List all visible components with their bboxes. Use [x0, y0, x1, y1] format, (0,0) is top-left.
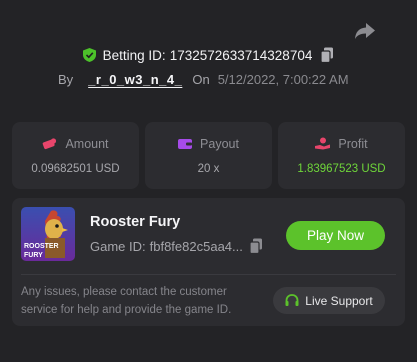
- author-row: By _r_0_w3_n_4_ On 5/12/2022, 7:00:22 AM: [58, 72, 349, 87]
- support-message: Any issues, please contact the customer …: [21, 286, 232, 316]
- game-id-label: Game ID:: [90, 238, 146, 254]
- svg-text:ROOSTER: ROOSTER: [24, 243, 59, 250]
- on-label: On: [192, 72, 210, 87]
- divider: [21, 274, 396, 275]
- stat-amount: Amount 0.09682501 USD: [12, 122, 139, 189]
- game-id-value: fbf8fe82c5aa4...: [149, 238, 243, 254]
- game-card: ROOSTER FURY Rooster Fury Game ID: fbf8f…: [12, 198, 405, 326]
- live-support-button[interactable]: Live Support: [273, 287, 385, 314]
- stat-profit: Profit 1.83967523 USD: [278, 122, 405, 189]
- game-thumbnail[interactable]: ROOSTER FURY: [21, 207, 75, 261]
- live-support-label: Live Support: [305, 293, 373, 308]
- play-now-button[interactable]: Play Now: [286, 221, 385, 250]
- stat-label: Payout: [200, 136, 239, 151]
- bet-date: 5/12/2022, 7:00:22 AM: [217, 72, 349, 87]
- stat-value: 20 x: [197, 162, 220, 175]
- share-icon[interactable]: [354, 22, 376, 40]
- stat-value: 0.09682501 USD: [31, 162, 120, 175]
- copy-game-id-icon[interactable]: [249, 238, 263, 254]
- copy-betting-id-icon[interactable]: [320, 47, 334, 63]
- profit-icon: [315, 137, 331, 150]
- headset-icon: [285, 294, 299, 306]
- username-link[interactable]: _r_0_w3_n_4_: [88, 72, 182, 87]
- by-label: By: [58, 72, 74, 87]
- verified-shield-icon: [82, 48, 96, 62]
- game-name: Rooster Fury: [90, 214, 181, 230]
- stat-payout: Payout 20 x: [145, 122, 272, 189]
- wallet-icon: [178, 138, 193, 149]
- betting-id-row: Betting ID: 1732572633714328704: [0, 47, 417, 63]
- svg-text:FURY: FURY: [24, 252, 43, 259]
- stats-row: Amount 0.09682501 USD Payout 20 x Profit…: [12, 122, 405, 189]
- game-id-row: Game ID: fbf8fe82c5aa4...: [90, 238, 263, 254]
- stat-label: Amount: [65, 136, 109, 151]
- stat-label: Profit: [338, 136, 368, 151]
- betting-id-label: Betting ID:: [102, 47, 166, 63]
- stat-value: 1.83967523 USD: [297, 162, 386, 175]
- amount-icon: [43, 138, 57, 150]
- betting-id-value: 1732572633714328704: [169, 47, 313, 63]
